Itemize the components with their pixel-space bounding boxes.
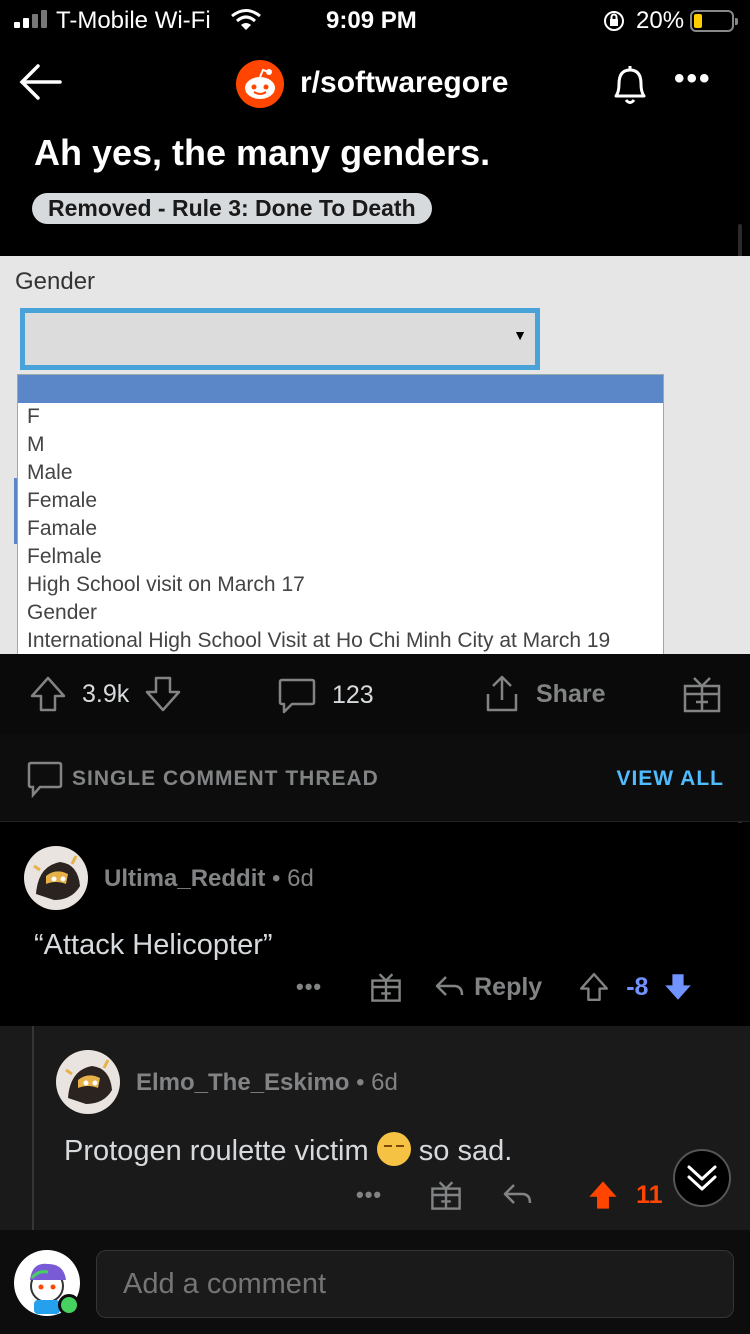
subreddit-icon[interactable]: [236, 60, 284, 108]
battery-percentage: 20%: [636, 7, 685, 34]
pensive-face-emoji: [376, 1132, 411, 1166]
image-highlighted-option: [18, 375, 663, 403]
share-icon: [486, 675, 518, 712]
comment-composer: [0, 1230, 750, 1334]
dropdown-option: Female: [27, 489, 98, 512]
post-image[interactable]: Gender ▼ F M Male Female Famale Felmale …: [0, 256, 750, 654]
comment-reply[interactable]: Elmo_The_Eskimo • 6d Protogen roulette v…: [0, 1026, 750, 1230]
top-nav: r/softwaregore •••: [0, 48, 750, 122]
more-options-icon[interactable]: •••: [296, 974, 322, 1000]
comment-actions: ••• 11: [356, 1178, 663, 1212]
dropdown-option: Male: [27, 461, 73, 484]
collapse-thread-button[interactable]: [673, 1149, 731, 1207]
dropdown-option: M: [27, 433, 45, 456]
clock: 9:09 PM: [326, 7, 417, 34]
comment-actions: ••• Reply -8: [296, 971, 694, 1003]
username[interactable]: Ultima_Reddit: [104, 865, 265, 892]
dropdown-option: International High School Visit at Ho Ch…: [27, 629, 611, 652]
comment-text: Protogen roulette victim: [64, 1135, 369, 1167]
image-gender-label: Gender: [15, 268, 96, 295]
removed-badge: Removed - Rule 3: Done To Death: [32, 193, 432, 224]
comment-age: 6d: [287, 865, 314, 892]
more-options-icon[interactable]: •••: [356, 1182, 382, 1208]
more-options-icon[interactable]: •••: [674, 62, 712, 96]
thread-line[interactable]: [32, 1026, 34, 1230]
comment-author[interactable]: Elmo_The_Eskimo • 6d: [136, 1069, 398, 1097]
image-gender-dropdown: F M Male Female Famale Felmale High Scho…: [17, 374, 664, 654]
battery-icon: [690, 10, 738, 32]
status-bar: T-Mobile Wi-Fi 9:09 PM 20%: [0, 0, 750, 42]
post-score: 3.9k: [82, 679, 130, 708]
dropdown-option: Famale: [27, 517, 98, 540]
cellular-signal-icon: [14, 10, 47, 28]
double-chevron-down-icon: [687, 1165, 717, 1191]
comment-thread-icon: [27, 761, 63, 798]
dropdown-option: High School visit on March 17: [27, 573, 305, 596]
username[interactable]: Elmo_The_Eskimo: [136, 1069, 349, 1096]
dropdown-option: Gender: [27, 601, 98, 624]
gift-icon: [683, 677, 721, 713]
downvote-icon[interactable]: [143, 674, 183, 714]
comments-button[interactable]: 123: [276, 674, 374, 716]
downvote-icon[interactable]: [662, 971, 694, 1003]
subreddit-name[interactable]: r/softwaregore: [300, 66, 508, 100]
post-action-bar: 3.9k 123 Share: [0, 654, 750, 734]
upvote-icon[interactable]: [28, 674, 68, 714]
comment[interactable]: Ultima_Reddit • 6d “Attack Helicopter” •…: [0, 823, 750, 1026]
upvote-icon[interactable]: [586, 1178, 620, 1212]
orientation-lock-icon: [604, 11, 624, 31]
reply-icon: [435, 976, 464, 996]
single-thread-label: SINGLE COMMENT THREAD: [72, 767, 379, 790]
back-arrow-icon[interactable]: [14, 56, 66, 108]
award-button[interactable]: [682, 674, 722, 714]
view-all-link[interactable]: VIEW ALL: [616, 767, 724, 791]
carrier-label: T-Mobile Wi-Fi: [56, 7, 211, 34]
comment-body: “Attack Helicopter”: [34, 929, 273, 961]
upvote-icon[interactable]: [578, 971, 610, 1003]
wifi-icon: [231, 9, 261, 30]
reply-icon[interactable]: [502, 1181, 532, 1209]
comment-author[interactable]: Ultima_Reddit • 6d: [104, 865, 314, 893]
comment-count: 123: [332, 680, 374, 709]
comment-icon: [278, 678, 316, 714]
vote-group: 3.9k: [28, 674, 183, 714]
comment-score: 11: [636, 1180, 663, 1209]
gift-icon[interactable]: [370, 971, 402, 1003]
gift-icon[interactable]: [430, 1179, 462, 1211]
share-label: Share: [536, 679, 606, 708]
dropdown-option: F: [27, 405, 40, 428]
single-thread-bar: SINGLE COMMENT THREAD VIEW ALL: [0, 734, 750, 822]
share-button[interactable]: Share: [482, 674, 605, 714]
reply-label: Reply: [474, 972, 543, 1001]
reply-button[interactable]: Reply: [434, 973, 542, 1002]
dropdown-option: Felmale: [27, 545, 102, 568]
comment-body: Protogen roulette victim so sad.: [64, 1132, 512, 1168]
comment-age: 6d: [371, 1069, 398, 1096]
post-title[interactable]: Ah yes, the many genders.: [34, 132, 490, 174]
add-comment-input[interactable]: [96, 1250, 734, 1318]
bell-icon[interactable]: [604, 58, 656, 110]
user-avatar[interactable]: [56, 1050, 120, 1114]
comment-score: -8: [626, 972, 649, 1001]
online-status-dot: [58, 1294, 80, 1316]
user-avatar[interactable]: [24, 846, 88, 910]
comment-text: so sad.: [418, 1135, 513, 1167]
image-gender-select: ▼: [20, 308, 540, 370]
